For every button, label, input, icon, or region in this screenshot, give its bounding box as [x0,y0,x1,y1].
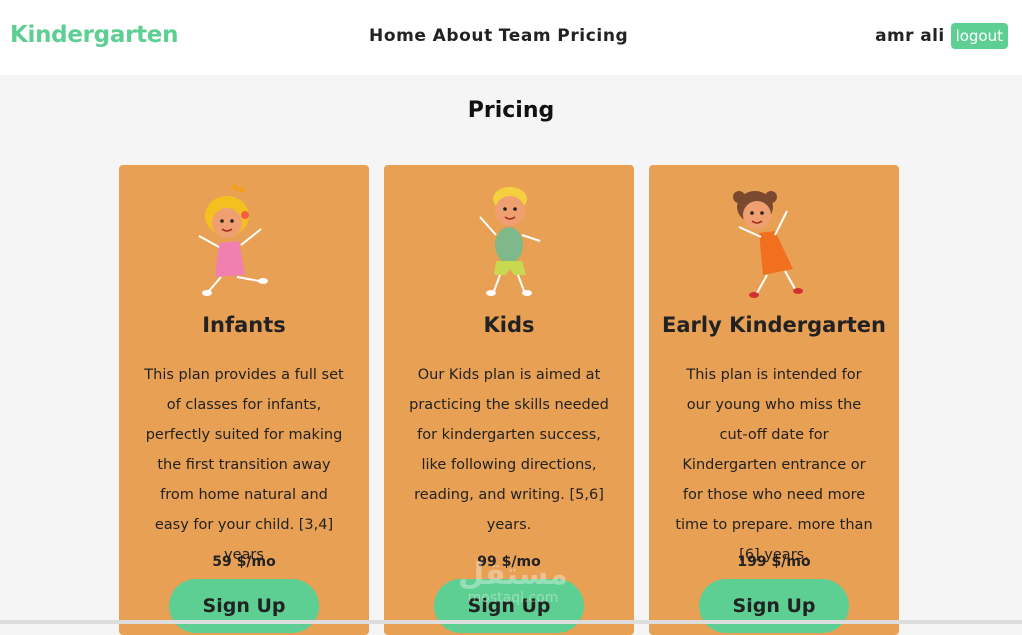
boy-blonde-green-shirt-icon [479,187,541,296]
girl-blonde-pink-dress-icon [198,183,268,296]
page-title: Pricing [467,98,555,123]
plan-title: Infants [202,313,286,337]
logout-button[interactable]: logout [950,23,1008,49]
plan-price: 99 $/mo [477,554,541,570]
user-area: amr ali logout [875,23,1008,49]
brand-logo[interactable]: Kindergarten [10,22,178,48]
username: amr ali [875,26,945,46]
plan-price: 199 $/mo [737,554,811,570]
signup-button[interactable]: Sign Up [699,579,849,633]
nav-links: Home About Team Pricing [369,26,628,46]
pricing-card-early-kindergarten: Early Kindergarten This plan is intended… [649,165,899,635]
nav-link-home[interactable]: Home [369,26,427,46]
plan-description: Our Kids plan is aimed at practicing the… [409,367,609,533]
nav-link-about[interactable]: About [433,26,493,46]
pricing-card-infants: Infants This plan provides a full set of… [119,165,369,635]
top-navbar: Kindergarten Home About Team Pricing amr… [0,0,1022,75]
plan-description: This plan is intended for our young who … [675,367,873,563]
nav-link-team[interactable]: Team [499,26,551,46]
plan-price: 59 $/mo [212,554,276,570]
girl-brown-hair-orange-dress-icon [733,191,803,298]
plan-description: This plan provides a full set of classes… [144,367,344,563]
plan-title: Early Kindergarten [662,313,886,337]
signup-button[interactable]: Sign Up [169,579,319,633]
signup-button[interactable]: Sign Up [434,579,584,633]
plan-title: Kids [483,313,535,337]
bottom-divider [0,620,1022,624]
pricing-card-kids: Kids Our Kids plan is aimed at practicin… [384,165,634,635]
nav-link-pricing[interactable]: Pricing [557,26,628,46]
